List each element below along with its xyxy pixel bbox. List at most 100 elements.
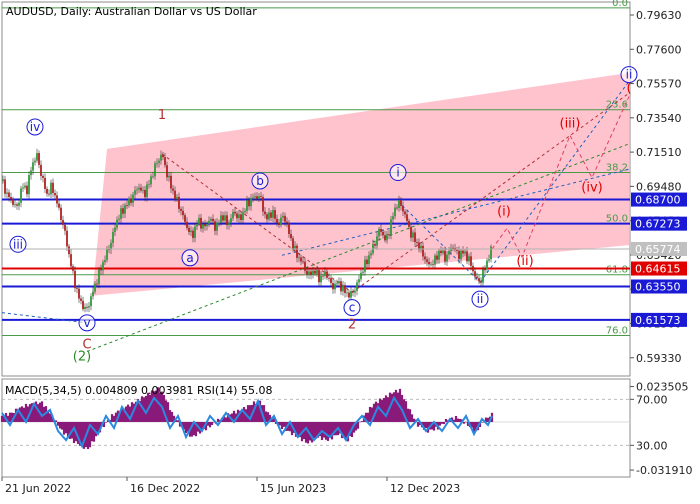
candle-body — [118, 218, 120, 220]
candle-body — [396, 207, 398, 209]
wave-label: (iii) — [560, 117, 581, 132]
candle-body — [442, 250, 444, 254]
candle-body — [4, 179, 6, 194]
candle-body — [186, 221, 188, 228]
candle-body — [428, 261, 430, 265]
candle-body — [174, 190, 176, 200]
candle-body — [82, 300, 84, 310]
candle-body — [164, 157, 166, 166]
candle-body — [172, 188, 174, 191]
candle-body — [226, 215, 228, 226]
candle-body — [448, 250, 450, 255]
candle-body — [20, 188, 22, 203]
macd-histogram-bar — [408, 409, 412, 422]
candle-body — [16, 204, 18, 206]
fib-level-label: 61.8 — [606, 265, 628, 276]
candle-body — [284, 215, 286, 222]
candle-body — [336, 283, 338, 285]
candle-body — [150, 176, 152, 185]
candle-body — [368, 255, 370, 265]
candle-body — [210, 218, 212, 221]
candle-body — [208, 220, 210, 224]
candle-body — [412, 232, 414, 238]
candle-body — [138, 187, 140, 190]
macd-histogram-bar — [462, 421, 466, 424]
wave-label: c — [349, 301, 356, 315]
macd-histogram-bar — [444, 418, 448, 422]
candle-body — [42, 175, 44, 178]
macd-histogram-bar — [394, 389, 398, 422]
candle-body — [58, 203, 60, 208]
candle-body — [394, 207, 396, 217]
macd-histogram-bar — [282, 421, 286, 427]
candle-body — [18, 202, 20, 206]
candle-body — [340, 281, 342, 292]
wave-label: iii — [13, 237, 23, 251]
macd-histogram-bar — [170, 411, 174, 422]
candle-body — [220, 215, 222, 223]
candle-body — [244, 210, 246, 213]
candle-body — [422, 245, 424, 257]
candle-body — [246, 200, 248, 211]
macd-histogram-bar — [80, 421, 84, 445]
candle-body — [256, 196, 258, 199]
candle-body — [142, 189, 144, 191]
candle-body — [102, 262, 104, 271]
macd-histogram-bar — [464, 421, 468, 423]
candle-body — [404, 211, 406, 215]
candle-body — [114, 227, 116, 233]
candle-body — [408, 220, 410, 227]
macd-histogram-bar — [396, 392, 400, 422]
candle-body — [34, 160, 36, 163]
candle-body — [232, 211, 234, 219]
candle-body — [306, 270, 308, 275]
candle-body — [302, 261, 304, 263]
candle-body — [380, 228, 382, 232]
macd-histogram-bar — [278, 421, 282, 426]
candle-body — [54, 193, 56, 196]
candle-body — [240, 214, 242, 220]
wave-label: ii — [477, 292, 484, 306]
candle-body — [358, 279, 360, 283]
candle-body — [26, 185, 28, 195]
candle-body — [438, 250, 440, 260]
indicator-y-tick-label: 0.023505 — [636, 381, 689, 394]
candle-body — [268, 212, 270, 220]
candle-body — [8, 192, 10, 198]
macd-histogram-bar — [246, 405, 250, 422]
wave-label: (iv) — [581, 181, 602, 196]
candle-body — [194, 226, 196, 238]
candle-body — [296, 245, 298, 258]
price-tag-label: 0.61573 — [635, 314, 681, 327]
macd-histogram-bar — [210, 421, 214, 426]
candle-body — [390, 219, 392, 235]
macd-histogram-bar — [344, 421, 348, 439]
candle-body — [416, 242, 418, 243]
fib-level-label: 38.2 — [606, 163, 628, 174]
candle-body — [120, 208, 122, 219]
candle-body — [140, 187, 142, 191]
candle-body — [276, 218, 278, 223]
candle-body — [176, 196, 178, 200]
candle-body — [74, 270, 76, 289]
main-chart-title: AUDUSD, Daily: Australian Dollar vs US D… — [6, 5, 257, 18]
price-tag-label: 0.63550 — [635, 281, 681, 294]
y-axis-tick-label: 0.73540 — [636, 112, 682, 125]
candle-body — [402, 205, 404, 212]
macd-histogram-bar — [110, 414, 114, 422]
candle-body — [344, 285, 346, 294]
candle-body — [378, 228, 380, 237]
macd-histogram-bar — [410, 414, 414, 422]
macd-histogram-bar — [454, 415, 458, 422]
candle-body — [60, 207, 62, 221]
fib-level-label: 76.0 — [606, 325, 628, 336]
candle-body — [406, 214, 408, 221]
macd-histogram-bar — [60, 421, 64, 430]
candle-body — [230, 218, 232, 224]
candle-body — [460, 250, 462, 260]
x-axis-tick-label: 21 Jun 2022 — [5, 482, 71, 495]
candle-body — [370, 253, 372, 256]
macd-histogram-bar — [326, 421, 330, 441]
candle-body — [202, 224, 204, 229]
y-axis-tick-label: 0.71510 — [636, 146, 682, 159]
